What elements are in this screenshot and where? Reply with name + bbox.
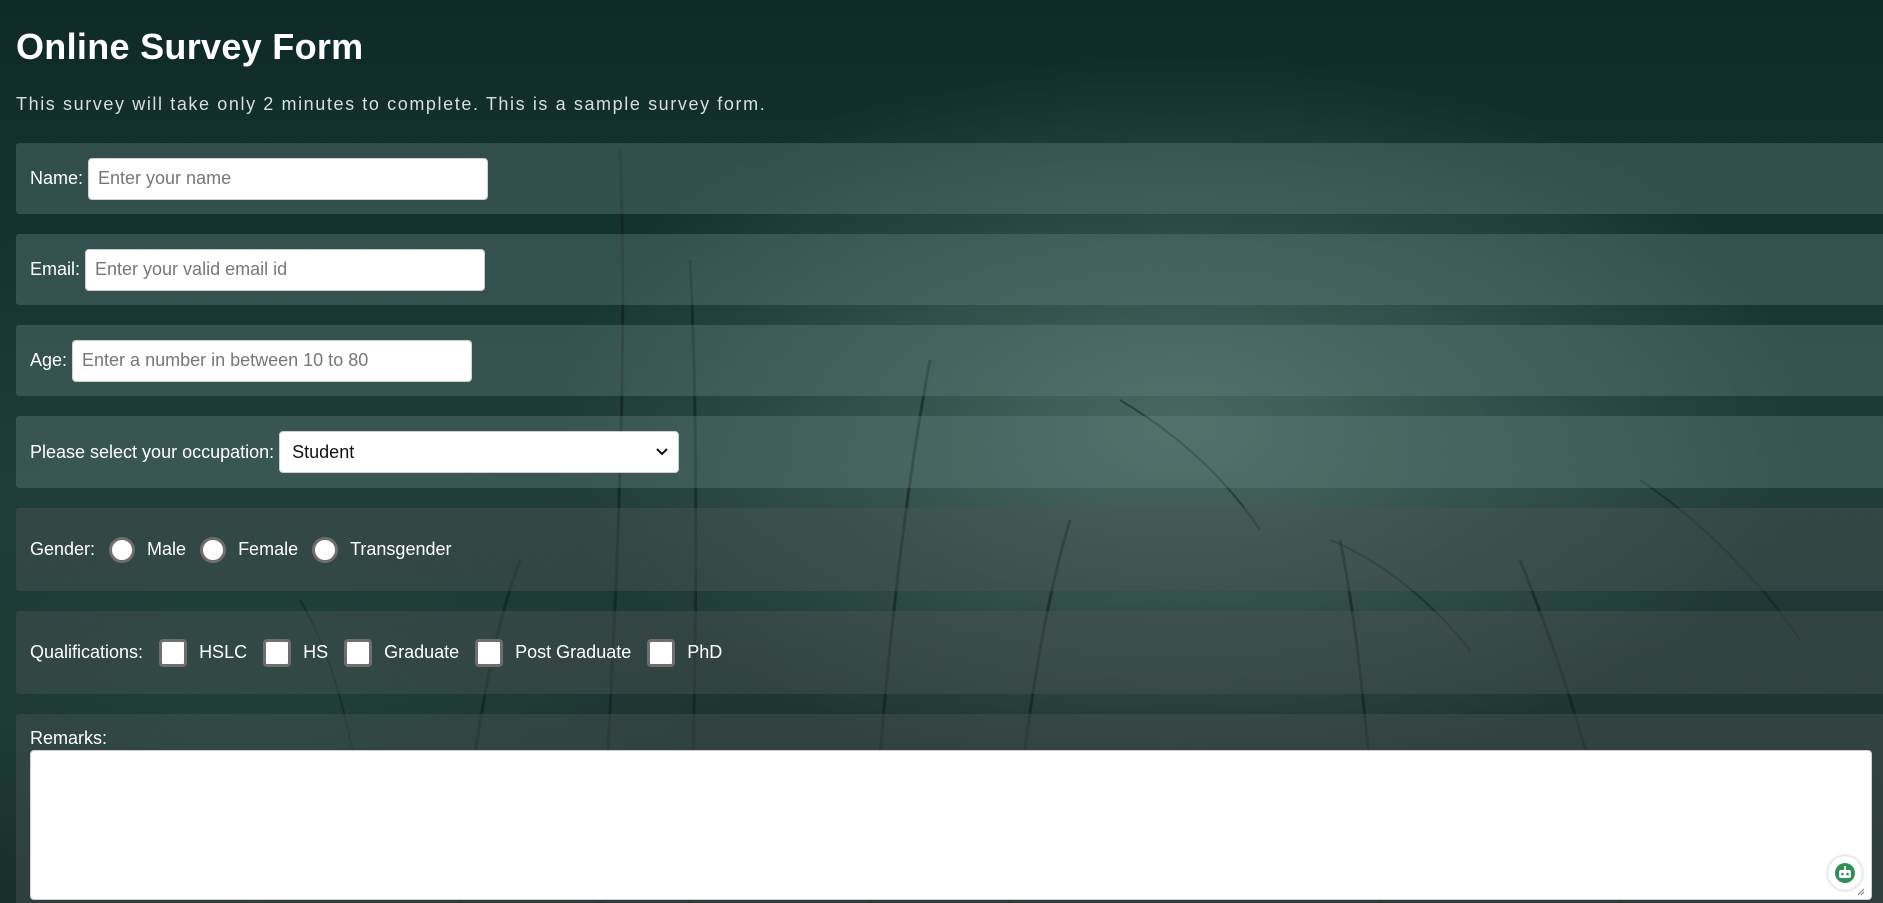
occupation-selected-value: Student — [292, 441, 355, 462]
qualification-option-label: PhD — [687, 642, 723, 662]
gender-radio-transgender[interactable] — [312, 536, 339, 563]
email-row: Email: — [16, 234, 1883, 305]
name-label: Name: — [30, 168, 84, 188]
remarks-textarea[interactable] — [30, 750, 1872, 900]
qualifications-label: Qualifications: — [30, 642, 144, 662]
name-input[interactable] — [88, 157, 489, 200]
qualification-option-label: HS — [303, 642, 329, 662]
remarks-row: Remarks: — [16, 714, 1883, 903]
occupation-row: Please select your occupation: Student — [16, 416, 1883, 488]
gender-row: Gender: Male Female Transgender — [16, 508, 1883, 591]
qualification-checkbox-hs[interactable] — [263, 638, 292, 667]
qualifications-row: Qualifications: HSLC HS Graduate Post Gr… — [16, 611, 1883, 694]
age-row: Age: — [16, 325, 1883, 396]
qualification-option-label: Graduate — [384, 642, 460, 662]
gender-radio-male[interactable] — [109, 536, 136, 563]
gender-option-label: Male — [147, 539, 187, 559]
qualification-checkbox-phd[interactable] — [647, 638, 676, 667]
qualification-checkbox-hslc[interactable] — [159, 638, 188, 667]
name-row: Name: — [16, 143, 1883, 214]
chevron-down-icon — [656, 446, 668, 458]
age-label: Age: — [30, 350, 68, 370]
gender-option-label: Female — [238, 539, 299, 559]
email-input[interactable] — [85, 248, 486, 291]
gender-radio-female[interactable] — [200, 536, 227, 563]
email-label: Email: — [30, 259, 81, 279]
robot-assistant-icon[interactable] — [1828, 856, 1862, 890]
age-input[interactable] — [72, 339, 473, 382]
page-title: Online Survey Form — [16, 26, 364, 67]
qualification-checkbox-graduate[interactable] — [344, 638, 373, 667]
page-subtitle: This survey will take only 2 minutes to … — [16, 94, 767, 114]
occupation-select[interactable]: Student — [279, 431, 680, 473]
qualification-option-label: Post Graduate — [515, 642, 632, 662]
occupation-label: Please select your occupation: — [30, 441, 275, 462]
gender-option-label: Transgender — [350, 539, 452, 559]
qualification-checkbox-post-graduate[interactable] — [475, 638, 504, 667]
gender-label: Gender: — [30, 539, 96, 559]
qualification-option-label: HSLC — [199, 642, 248, 662]
remarks-label: Remarks: — [30, 728, 108, 748]
